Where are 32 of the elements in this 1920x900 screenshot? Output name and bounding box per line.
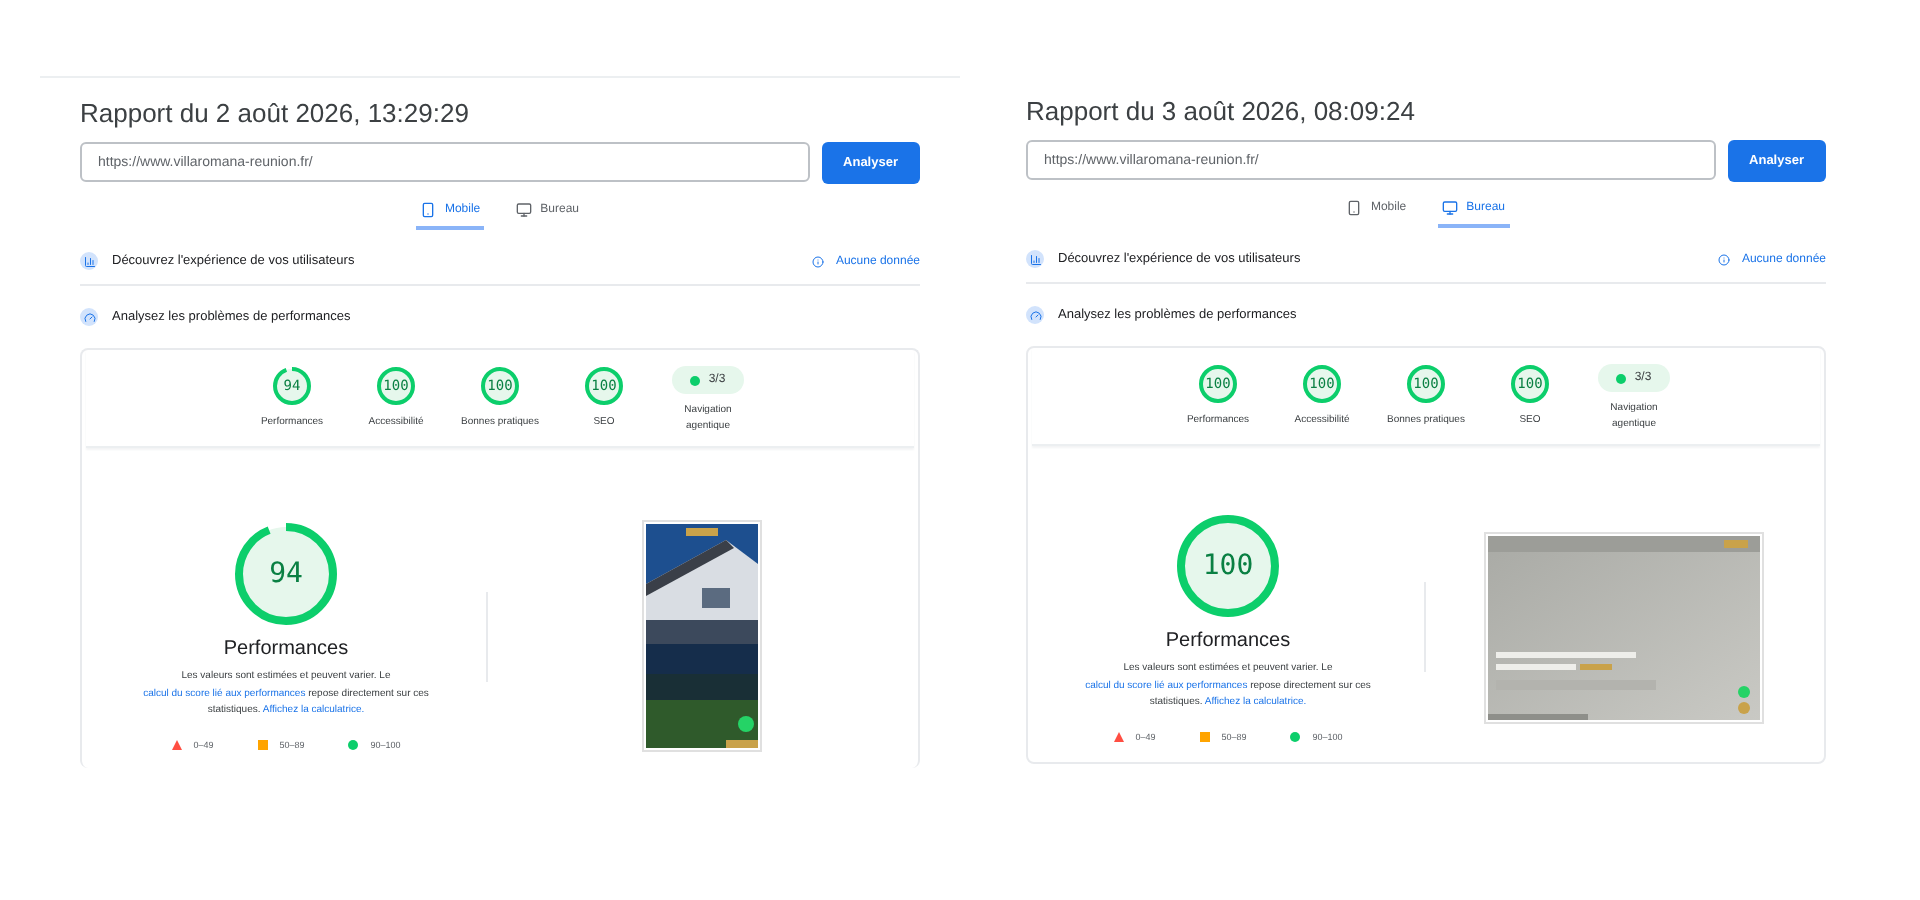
phone-icon: [420, 202, 437, 218]
chart-icon: [80, 252, 98, 270]
info-icon: [1717, 253, 1730, 265]
gauge-icon: [80, 308, 98, 326]
score-ring: [1406, 364, 1446, 404]
report-title: Rapport du 3 août 2026, 08:09:24: [1026, 96, 1417, 126]
score-ring: [272, 366, 312, 406]
square-icon: [1199, 731, 1210, 741]
score-ring: [584, 366, 624, 406]
circle-icon: [1290, 731, 1301, 741]
score-gauge: [234, 522, 338, 627]
score-value: 100: [1202, 550, 1254, 582]
score-ring: [376, 366, 416, 406]
category-title: Performances: [223, 638, 349, 661]
score-ring: [1302, 364, 1342, 404]
score-ring: [1510, 364, 1550, 404]
score-ring: [1198, 364, 1238, 404]
score-ring: [480, 366, 520, 406]
triangle-icon: [1113, 731, 1124, 741]
circle-icon: [348, 739, 359, 750]
score-value: 94: [269, 558, 303, 591]
chart-icon: [1026, 250, 1044, 268]
monitor-icon: [516, 202, 533, 218]
monitor-icon: [1442, 200, 1459, 216]
square-icon: [257, 739, 268, 750]
category-title: Performances: [1165, 630, 1291, 652]
score-gauge: [1176, 514, 1280, 618]
phone-icon: [1346, 200, 1363, 216]
gauge-icon: [1026, 306, 1044, 324]
triangle-icon: [171, 739, 182, 750]
report-title: Rapport du 2 août 2026, 13:29:29: [80, 98, 471, 128]
info-icon: [811, 255, 824, 267]
